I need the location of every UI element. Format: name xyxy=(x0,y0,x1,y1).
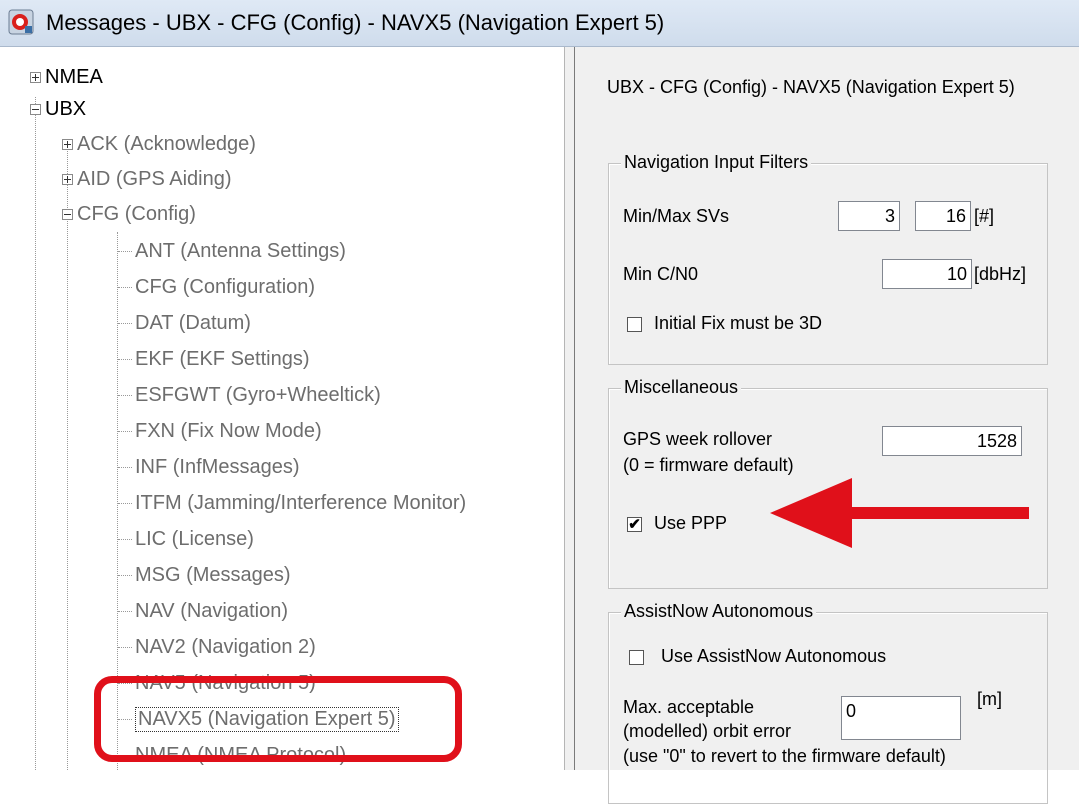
max-orbit-error-input[interactable]: 0 xyxy=(841,696,961,740)
use-ppp-label: Use PPP xyxy=(654,513,728,533)
tree-item-ack[interactable]: ACK (Acknowledge) xyxy=(62,127,256,161)
tree-item-nmea[interactable]: NMEA xyxy=(30,60,103,94)
max-orbit-error-label-2: (modelled) orbit error xyxy=(623,721,792,741)
min-cn0-label: Min C/N0 xyxy=(623,264,699,284)
group-title: Miscellaneous xyxy=(621,377,742,398)
title-bar: Messages - UBX - CFG (Config) - NAVX5 (N… xyxy=(0,0,1079,47)
svs-unit: [#] xyxy=(974,206,995,226)
tree-item-cfg[interactable]: CFG (Config) xyxy=(62,197,196,231)
window-title: Messages - UBX - CFG (Config) - NAVX5 (N… xyxy=(46,10,665,35)
tree-item-cfg-fxn[interactable]: FXN (Fix Now Mode) xyxy=(118,414,322,448)
tree-item-cfg-cfg[interactable]: CFG (Configuration) xyxy=(118,270,315,304)
tree-item-cfg-ekf[interactable]: EKF (EKF Settings) xyxy=(118,342,310,376)
nav-input-filters-group: Navigation Input Filters Min/Max SVs 3 1… xyxy=(608,152,1048,365)
max-svs-input[interactable]: 16 xyxy=(915,201,971,231)
assistnow-hint: (use "0" to revert to the firmware defau… xyxy=(623,746,946,766)
use-assistnow-checkbox[interactable] xyxy=(629,650,644,665)
annotation-arrow-icon xyxy=(770,478,1029,548)
max-orbit-error-unit: [m] xyxy=(977,689,1002,709)
use-ppp-checkbox[interactable]: ✔ xyxy=(627,517,642,532)
app-icon[interactable] xyxy=(8,9,34,35)
group-title: Navigation Input Filters xyxy=(621,152,812,173)
expand-icon[interactable] xyxy=(62,173,73,185)
initial-fix-3d-checkbox[interactable] xyxy=(627,317,642,332)
config-panel: UBX - CFG (Config) - NAVX5 (Navigation E… xyxy=(574,47,1079,804)
cn0-unit: [dbHz] xyxy=(974,264,1027,284)
tree-item-cfg-lic[interactable]: LIC (License) xyxy=(118,522,254,556)
tree-item-aid[interactable]: AID (GPS Aiding) xyxy=(62,162,232,196)
use-assistnow-label: Use AssistNow Autonomous xyxy=(661,646,887,666)
selection-highlight-annotation xyxy=(94,676,462,762)
tree-item-cfg-dat[interactable]: DAT (Datum) xyxy=(118,306,251,340)
tree-line xyxy=(67,147,68,770)
min-max-svs-label: Min/Max SVs xyxy=(623,206,730,226)
tree-item-cfg-ant[interactable]: ANT (Antenna Settings) xyxy=(118,234,346,268)
collapse-icon[interactable] xyxy=(62,208,73,220)
initial-fix-3d-label: Initial Fix must be 3D xyxy=(654,313,823,333)
collapse-icon[interactable] xyxy=(30,103,41,115)
gps-week-rollover-label: GPS week rollover xyxy=(623,429,773,449)
message-tree[interactable]: NMEA UBX ACK (Acknowledge) AID (GPS Aidi… xyxy=(0,47,564,770)
assistnow-autonomous-group: AssistNow Autonomous Use AssistNow Auton… xyxy=(608,601,1048,804)
tree-item-cfg-inf[interactable]: INF (InfMessages) xyxy=(118,450,299,484)
tree-line xyxy=(35,97,36,770)
max-orbit-error-label-1: Max. acceptable xyxy=(623,697,755,717)
group-title: AssistNow Autonomous xyxy=(621,601,817,622)
gps-week-rollover-note: (0 = firmware default) xyxy=(623,455,794,475)
min-cn0-input[interactable]: 10 xyxy=(882,259,972,289)
tree-item-cfg-nav[interactable]: NAV (Navigation) xyxy=(118,594,288,628)
min-svs-input[interactable]: 3 xyxy=(838,201,900,231)
tree-item-cfg-itfm[interactable]: ITFM (Jamming/Interference Monitor) xyxy=(118,486,466,520)
tree-item-ubx[interactable]: UBX xyxy=(30,92,86,126)
expand-icon[interactable] xyxy=(62,138,73,150)
expand-icon[interactable] xyxy=(30,71,41,83)
tree-item-cfg-msg[interactable]: MSG (Messages) xyxy=(118,558,291,592)
panel-heading: UBX - CFG (Config) - NAVX5 (Navigation E… xyxy=(607,77,1015,97)
gps-week-rollover-input[interactable]: 1528 xyxy=(882,426,1022,456)
tree-item-cfg-nav2[interactable]: NAV2 (Navigation 2) xyxy=(118,630,316,664)
tree-item-cfg-esfgwt[interactable]: ESFGWT (Gyro+Wheeltick) xyxy=(118,378,381,412)
